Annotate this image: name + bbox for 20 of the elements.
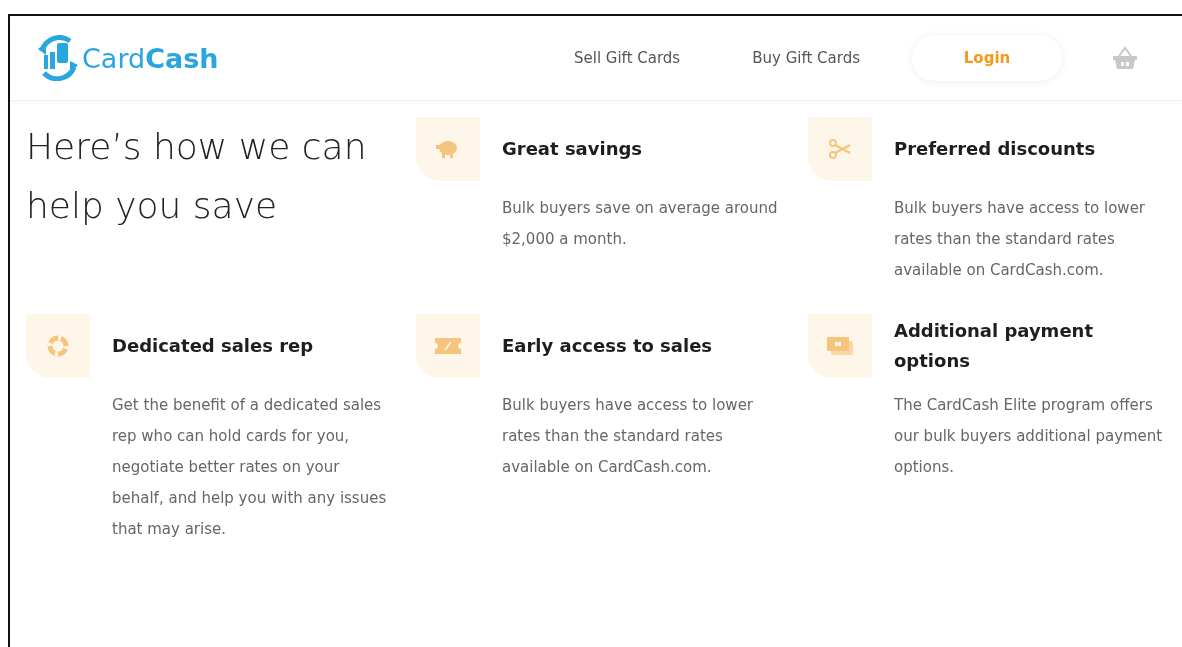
basket-icon[interactable] bbox=[1112, 45, 1138, 71]
piggy-bank-icon bbox=[436, 139, 460, 159]
ticket-icon bbox=[435, 338, 461, 354]
cash-icon bbox=[827, 337, 853, 355]
feature-title: Dedicated sales rep bbox=[112, 334, 315, 358]
nav-link[interactable]: Buy Gift Cards bbox=[752, 49, 860, 67]
feature-description: Get the benefit of a dedicated sales rep who can hold cards for you, negotiate better rates on your behalf, and help you with any issues that may arise. bbox=[112, 395, 388, 540]
feature-title: Preferred discounts bbox=[894, 137, 1097, 161]
scissors-icon bbox=[828, 138, 852, 160]
logo-icon bbox=[36, 35, 80, 81]
nav-link[interactable]: Sell Gift Cards bbox=[573, 49, 681, 67]
lifebuoy-icon bbox=[47, 335, 69, 357]
section-heading: Here’s how we can help you save bbox=[26, 125, 368, 228]
feature-description: Bulk buyers have access to lower rates than the standard rates available on CardCash.com. bbox=[894, 198, 1147, 281]
feature-description: Bulk buyers have access to lower rates than the standard rates available on CardCash.com. bbox=[502, 395, 755, 478]
feature-description: The CardCash Elite program offers our bulk buyers additional payment options. bbox=[894, 395, 1164, 478]
feature-title: Additional payment options bbox=[894, 319, 1094, 373]
feature-description: Bulk buyers save on average around $2,000 a month. bbox=[502, 198, 779, 250]
feature-title: Early access to sales bbox=[502, 334, 714, 358]
feature-title: Great savings bbox=[502, 137, 644, 161]
